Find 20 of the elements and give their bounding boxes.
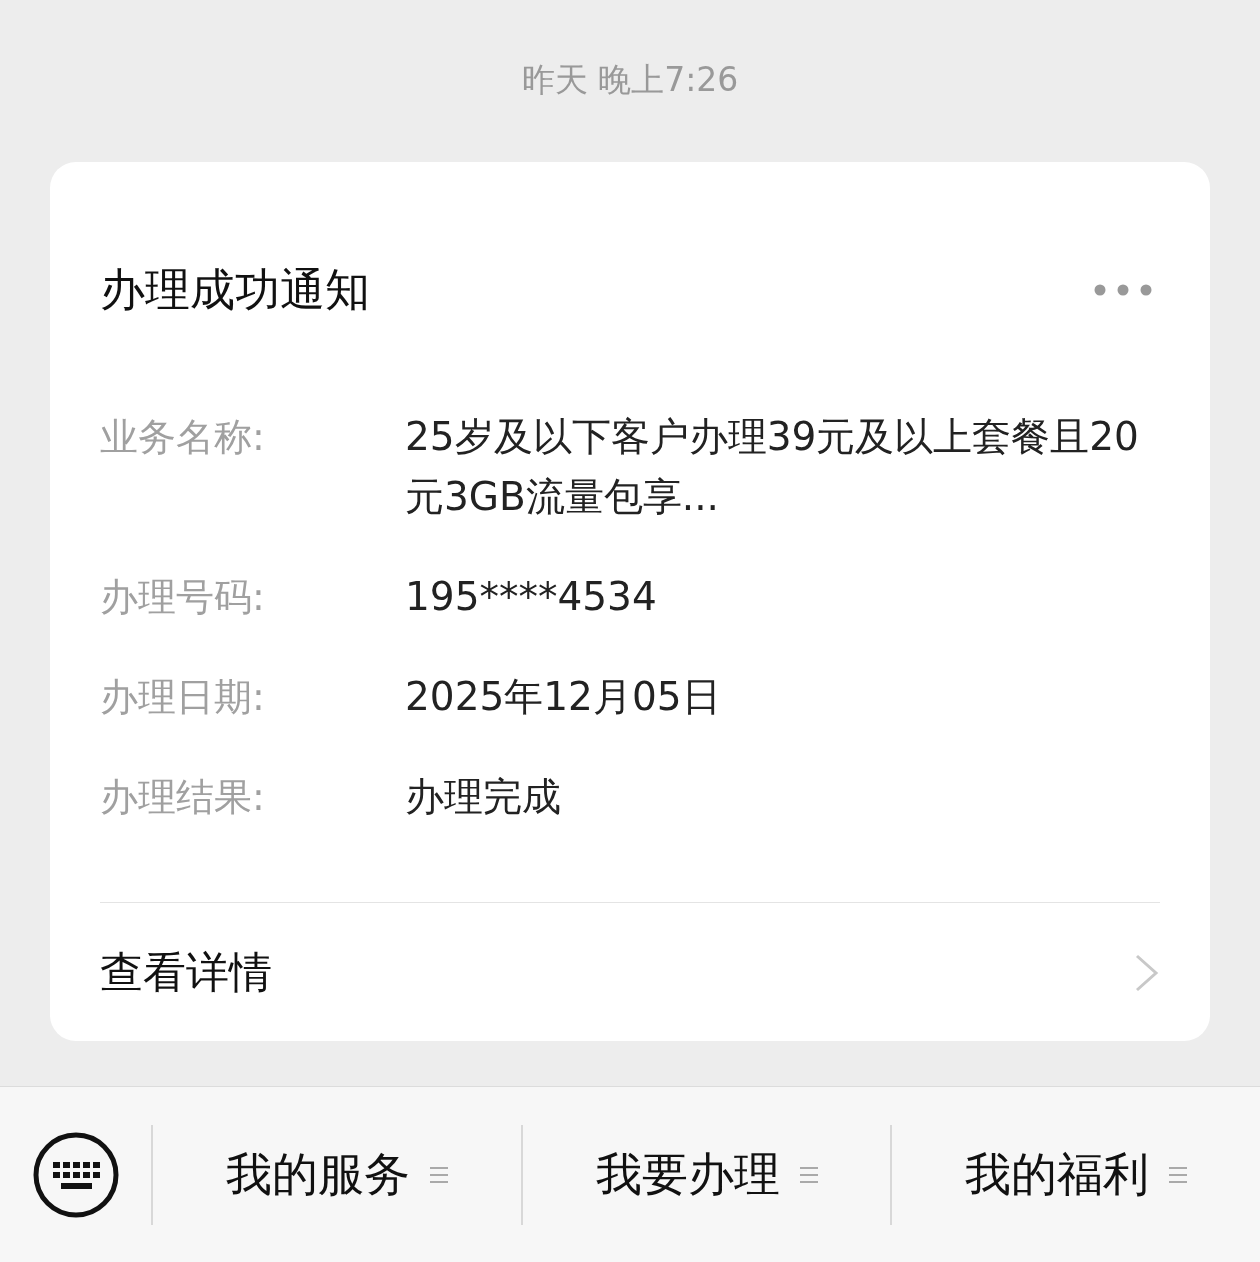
field-label: 办理日期: [100,674,266,721]
menu-button[interactable]: 我的福利 [965,1143,1188,1206]
menu-icon [799,1164,818,1185]
card-title: 办理成功通知 [100,262,370,318]
menu-icon [429,1164,448,1185]
field-label: 业务名称: [100,414,266,461]
menu-icon [1169,1164,1188,1185]
menu-button[interactable]: 我的服务 [225,1143,448,1206]
field-value: 办理完成 [405,773,562,821]
field-value: 195****4534 [405,573,658,621]
more-icon[interactable] [1094,284,1152,296]
field-value: 2025年12月05日 [405,673,722,721]
timestamp: 昨天 晚上7:26 [521,59,739,101]
field-label: 办理结果: [100,774,266,821]
view-details-link[interactable]: 查看详情 [100,943,1160,1003]
menu-button[interactable]: 我要办理 [595,1143,818,1206]
field-label: 办理号码: [100,574,266,621]
chevron-right-icon [1134,953,1160,993]
field-value: 25岁及以下客户办理39元及以上套餐且20元3GB流量包享... [405,413,1140,521]
keyboard-icon[interactable] [32,1131,119,1218]
